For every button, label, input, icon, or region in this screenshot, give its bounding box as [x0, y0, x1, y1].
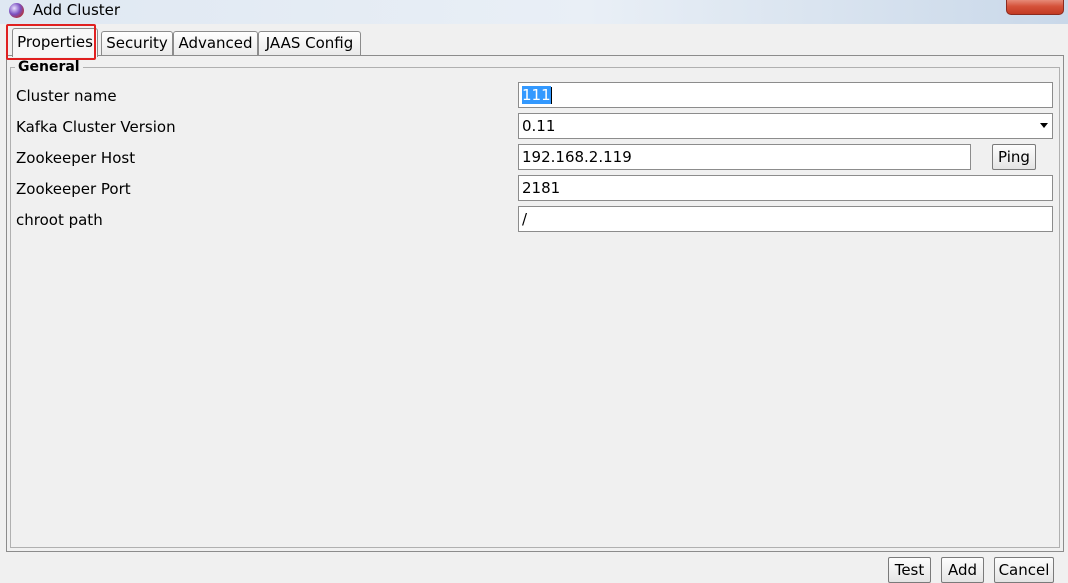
chroot-path-label: chroot path [16, 211, 103, 229]
text-caret [550, 87, 552, 104]
zookeeper-host-value: 192.168.2.119 [522, 148, 632, 166]
add-button[interactable]: Add [941, 557, 984, 583]
window-title: Add Cluster [33, 1, 121, 19]
tab-strip: Properties Security Advanced JAAS Config [0, 28, 1068, 57]
kafka-version-value: 0.11 [522, 117, 556, 135]
zookeeper-port-input[interactable]: 2181 [518, 175, 1053, 201]
ping-button[interactable]: Ping [992, 144, 1036, 170]
kafka-version-select[interactable]: 0.11 [518, 113, 1053, 139]
dropdown-arrow-icon[interactable] [1040, 123, 1048, 128]
cluster-name-input[interactable]: 111 [518, 82, 1053, 108]
chroot-path-value: / [522, 210, 528, 228]
app-icon [9, 3, 24, 18]
tab-properties[interactable]: Properties [12, 28, 98, 57]
chroot-path-input[interactable]: / [518, 206, 1053, 232]
cancel-button[interactable]: Cancel [994, 557, 1054, 583]
dialog-button-bar: Test Add Cancel [0, 553, 1068, 583]
zookeeper-host-label: Zookeeper Host [16, 149, 136, 167]
zookeeper-port-label: Zookeeper Port [16, 180, 131, 198]
cluster-name-value: 111 [522, 86, 551, 104]
tab-security[interactable]: Security [101, 31, 173, 55]
test-button[interactable]: Test [888, 557, 931, 583]
zookeeper-host-input[interactable]: 192.168.2.119 [518, 144, 971, 170]
close-button[interactable] [1006, 0, 1064, 15]
tab-jaas-config[interactable]: JAAS Config [258, 31, 361, 55]
tab-advanced[interactable]: Advanced [173, 31, 258, 55]
title-bar: Add Cluster [0, 0, 1068, 24]
cluster-name-label: Cluster name [16, 87, 117, 105]
general-group [10, 67, 1060, 548]
group-title: General [15, 59, 83, 75]
kafka-version-label: Kafka Cluster Version [16, 118, 176, 136]
zookeeper-port-value: 2181 [522, 179, 561, 197]
